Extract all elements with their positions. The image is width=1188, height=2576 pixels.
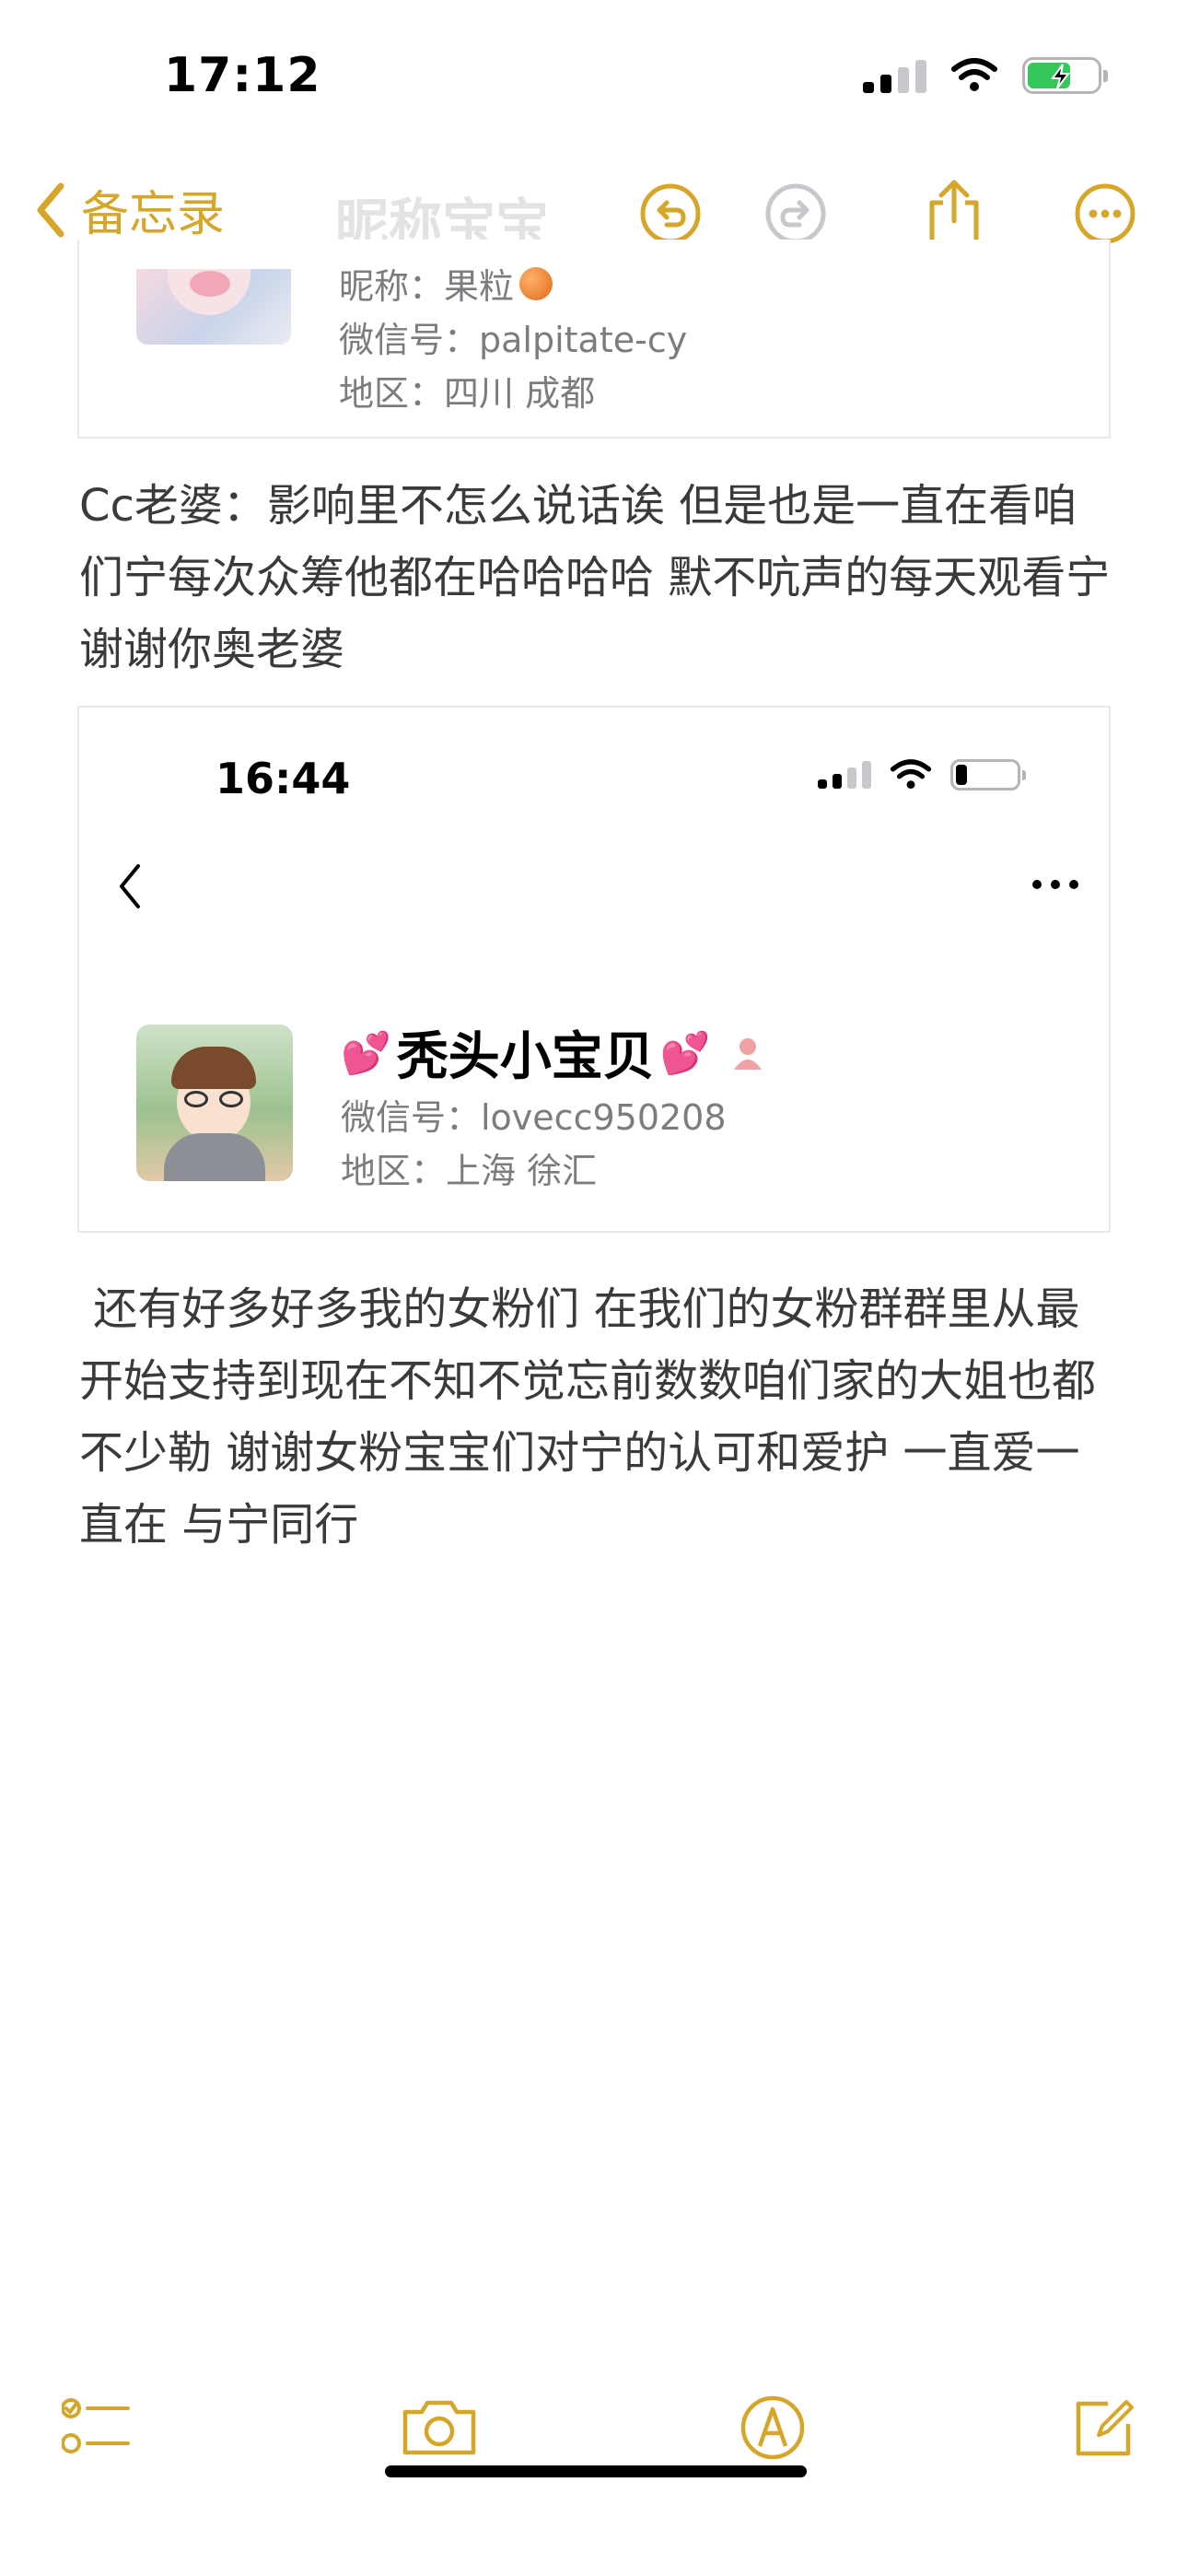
more-icon	[1075, 183, 1136, 244]
embedded-status-time: 16:44	[215, 754, 351, 803]
note-paragraph-2[interactable]: 还有好多好多我的女粉们 在我们的女粉群群里从最开始支持到现在不知不觉忘前数数咱们…	[79, 1273, 1120, 1561]
orange-fruit-icon	[519, 266, 553, 300]
camera-icon	[402, 2400, 476, 2455]
home-indicator[interactable]	[385, 2465, 807, 2477]
pink-hearts-icon: 💕	[341, 1029, 391, 1077]
region-text: 地区：上海 徐汇	[341, 1151, 598, 1191]
embedded-battery-icon	[950, 759, 1026, 790]
note-paragraph-1[interactable]: Cc老婆：影响里不怎么说话诶 但是也是一直在看咱们宁每次众筹他都在哈哈哈哈 默不…	[79, 470, 1120, 685]
avatar	[136, 269, 291, 345]
share-icon	[929, 180, 979, 248]
wechat-id-text: 微信号：lovecc950208	[341, 1097, 727, 1138]
checklist-button[interactable]	[46, 2377, 147, 2478]
camera-button[interactable]	[389, 2377, 490, 2478]
chevron-left-icon	[37, 182, 64, 237]
embedded-wifi-icon	[890, 759, 932, 790]
embedded-status-icons	[818, 759, 1026, 790]
female-gender-icon	[733, 1037, 762, 1070]
status-time: 17:12	[164, 48, 321, 103]
markup-button[interactable]	[722, 2377, 823, 2478]
checklist-icon	[62, 2398, 130, 2453]
back-label: 备忘录	[81, 187, 226, 242]
back-button[interactable]: 备忘录	[33, 175, 225, 244]
battery-icon	[1022, 57, 1108, 94]
undo-icon	[640, 183, 701, 244]
wechat-id-text: 微信号：palpitate-cy	[339, 320, 688, 360]
cellular-signal-icon	[863, 58, 926, 93]
status-icons	[863, 57, 1108, 94]
wifi-icon	[951, 58, 997, 91]
pink-hearts-icon: 💕	[659, 1029, 711, 1077]
avatar	[136, 1025, 293, 1181]
embedded-screenshot-profile-2: 16:44 💕 秃头小宝贝 💕 微信号：lovecc950208 地区：上海 徐…	[77, 706, 1111, 1233]
compose-icon	[1076, 2400, 1134, 2456]
region-text: 地区：四川 成都	[339, 373, 596, 414]
nickname-text: 昵称：果粒	[339, 266, 515, 307]
embedded-more-dots-icon	[1032, 880, 1078, 889]
markup-icon	[740, 2395, 805, 2460]
embedded-back-chevron-icon	[120, 864, 140, 908]
redo-icon	[765, 183, 826, 244]
compose-button[interactable]	[1054, 2377, 1155, 2478]
profile-name: 秃头小宝贝	[396, 1027, 655, 1087]
embedded-signal-icon	[818, 761, 871, 789]
embedded-screenshot-profile-1: 昵称：果粒 微信号：palpitate-cy 地区：四川 成都	[77, 240, 1111, 439]
profile-name-row: 💕 秃头小宝贝 💕	[341, 1015, 766, 1090]
